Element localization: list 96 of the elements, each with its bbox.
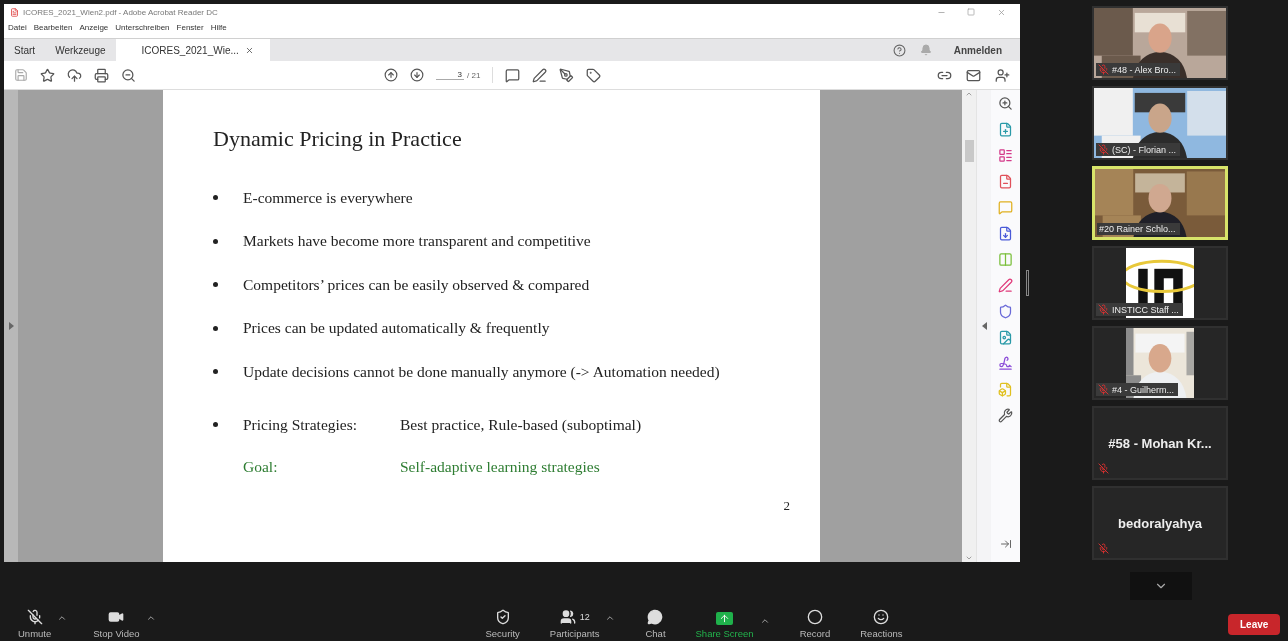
leave-button[interactable]: Leave (1228, 614, 1281, 635)
goal-text: Self-adaptive learning strategies (400, 457, 600, 476)
slide-title: Dynamic Pricing in Practice (213, 126, 463, 152)
participant-name: #4 - Guilherm... (1112, 384, 1175, 395)
zoom-in-icon[interactable] (998, 96, 1013, 111)
next-page-icon[interactable] (410, 68, 424, 82)
bullet-icon (213, 195, 218, 201)
page-count: / 21 (467, 70, 481, 80)
zoom-out-icon[interactable] (121, 67, 136, 83)
muted-mic-icon (1098, 463, 1109, 474)
caret-icon[interactable] (605, 613, 616, 623)
tab[interactable]: Werkzeuge (45, 39, 116, 61)
record-icon (806, 609, 823, 625)
toolbar-button[interactable]: Chat (645, 609, 666, 641)
window-title: ICORES_2021_Wien2.pdf - Adobe Acrobat Reader DC (23, 7, 219, 17)
sign-in-button[interactable]: Anmelden (953, 44, 1002, 56)
file-image-icon[interactable] (998, 330, 1013, 345)
toolbar-button[interactable]: Reactions (860, 609, 903, 641)
splitter-handle[interactable] (1026, 270, 1029, 296)
share-user-icon[interactable] (995, 67, 1010, 83)
tag-icon[interactable] (586, 67, 602, 83)
upload-icon[interactable] (67, 67, 82, 83)
bullet-text: Competitors’ prices can be easily observed & compared (243, 275, 590, 294)
file-export-icon[interactable] (998, 226, 1013, 241)
share-screen-icon (716, 612, 734, 625)
participants-icon (559, 609, 576, 625)
file-plus-icon[interactable] (998, 122, 1013, 137)
toolbar-button[interactable]: Security (485, 609, 520, 641)
draw-icon[interactable] (559, 67, 575, 83)
print-icon[interactable] (94, 67, 109, 83)
strategy-text: Best practice, Rule-based (suboptimal) (400, 415, 642, 434)
signature-icon[interactable] (998, 356, 1013, 371)
menu-item[interactable]: Fenster (176, 22, 204, 32)
file-minus-icon[interactable] (998, 174, 1013, 189)
highlight-pen-icon[interactable] (532, 67, 548, 83)
scroll-thumb[interactable] (964, 140, 974, 162)
shield-icon (494, 609, 511, 625)
participant-count: 12 (579, 612, 590, 622)
reactions-icon (873, 609, 890, 625)
toolbar-button[interactable]: 12 Participants (549, 609, 600, 641)
strategy-label: Pricing Strategies: (243, 415, 359, 434)
star-icon[interactable] (40, 67, 55, 83)
comment-icon[interactable] (505, 67, 521, 83)
collapse-icon[interactable] (999, 538, 1012, 550)
participant-name: bedoralyahya (1118, 515, 1202, 531)
bullet-icon (213, 369, 218, 375)
pen-icon[interactable] (998, 278, 1013, 293)
camera-icon (108, 609, 125, 625)
muted-mic-icon (1098, 144, 1109, 155)
collapse-pane-icon[interactable] (981, 322, 987, 330)
muted-mic-icon (1098, 384, 1109, 395)
mail-icon[interactable] (966, 67, 981, 83)
chat-icon (647, 609, 664, 625)
muted-mic-icon (26, 609, 43, 625)
participant-name: (SC) - Florian ... (1112, 144, 1176, 155)
muted-mic-icon (1098, 64, 1109, 75)
menu-item[interactable]: Hilfe (210, 22, 227, 32)
participant-name: INSTICC Staff ... (1112, 304, 1179, 315)
bullet-text: Prices can be updated automatically & frequently (243, 319, 550, 338)
bullet-text: Markets have become more transparent and competitive (243, 232, 591, 251)
menu-item[interactable]: Anzeige (79, 22, 109, 32)
close-icon[interactable] (244, 45, 254, 55)
pdf-icon (10, 7, 19, 17)
tab[interactable]: ICORES_2021_Wie... (115, 39, 270, 61)
toolbar-button[interactable]: Stop Video (93, 609, 140, 641)
help-icon[interactable] (892, 43, 906, 57)
caret-icon[interactable] (759, 616, 770, 626)
bullet-text: Update decisions cannot be done manually anymore (-> Automation needed) (243, 362, 720, 381)
caret-icon[interactable] (145, 613, 156, 623)
menu-item[interactable]: Unterschreiben (115, 22, 170, 32)
bullet-text: E-commerce is everywhere (243, 188, 413, 207)
toolbar-button[interactable]: Record (799, 609, 831, 641)
layout-icon[interactable] (998, 148, 1013, 163)
tab[interactable]: Start (4, 39, 46, 61)
menu-item[interactable]: Bearbeiten (33, 22, 73, 32)
slide-page-number: 2 (783, 497, 790, 514)
caret-icon[interactable] (57, 613, 68, 623)
participant-name: #48 - Alex Bro... (1112, 64, 1177, 75)
expand-panel-icon[interactable] (8, 322, 14, 330)
toolbar-button[interactable]: Unmute (18, 609, 52, 641)
participant-name: #58 - Mohan Kr... (1108, 435, 1212, 451)
muted-mic-icon (1098, 543, 1109, 554)
scrollbar[interactable] (962, 90, 976, 562)
bullet-icon (213, 325, 218, 331)
wrench-icon[interactable] (998, 408, 1013, 423)
toolbar-button[interactable]: Share Screen (695, 612, 754, 641)
bullet-icon (213, 422, 218, 427)
muted-mic-icon (1098, 304, 1109, 315)
page-number-field[interactable]: 3 (436, 70, 464, 80)
goal-label: Goal: (243, 457, 279, 476)
bullet-icon (213, 282, 218, 288)
previous-page-icon[interactable] (384, 68, 398, 82)
bullet-icon (213, 238, 218, 244)
shield-icon[interactable] (998, 304, 1013, 319)
menu-item[interactable]: Datei (8, 22, 27, 32)
participant-name: #20 Rainer Schlo... (1099, 224, 1176, 234)
